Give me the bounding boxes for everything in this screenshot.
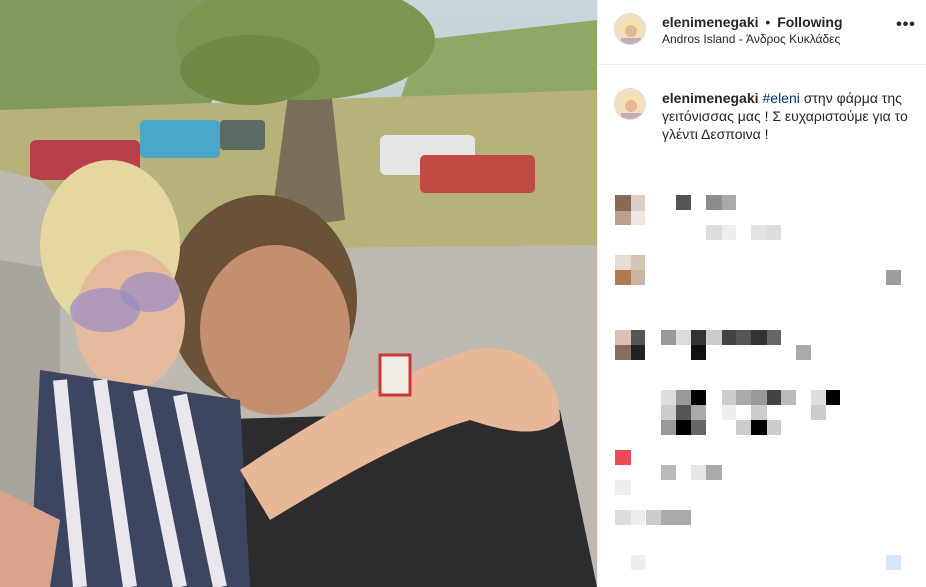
comment-text-redacted — [661, 390, 676, 405]
comment-text-redacted — [767, 420, 781, 435]
comment-text-redacted — [722, 330, 736, 345]
comment-meta-redacted — [751, 225, 767, 240]
caption-text: elenimenegaki #eleni στην φάρμα της γειτό… — [662, 89, 912, 143]
comment-text-redacted — [767, 330, 781, 345]
comment-text-redacted — [826, 390, 840, 405]
caption-avatar[interactable] — [614, 88, 646, 120]
comment-avatar-redacted — [631, 330, 645, 345]
comment-text-redacted — [751, 390, 767, 405]
comment-avatar-redacted — [615, 255, 631, 270]
comment-text-redacted — [661, 510, 691, 525]
separator-dot: • — [765, 14, 771, 30]
comment-text-redacted — [691, 330, 706, 345]
username-link[interactable]: elenimenegaki — [662, 14, 759, 30]
post-sidebar: elenimenegaki • Following Andros Island … — [597, 0, 926, 587]
comment-avatar-redacted — [631, 345, 645, 360]
comment-avatar-redacted — [615, 270, 631, 285]
comment-text-redacted — [631, 510, 645, 525]
comment-text-redacted — [661, 405, 676, 420]
comment-text-redacted — [811, 390, 826, 405]
comment-text-redacted — [676, 405, 691, 420]
comment-text-redacted — [691, 390, 706, 405]
comment-text-redacted — [736, 420, 751, 435]
comment-text-redacted — [615, 510, 631, 525]
location-link[interactable]: Andros Island - Άνδρος Κυκλάδες — [662, 32, 840, 46]
comment-text-redacted — [661, 420, 676, 435]
comment-avatar-redacted — [631, 270, 645, 285]
comment-text-redacted — [691, 465, 706, 480]
comment-text-redacted — [751, 420, 767, 435]
comment-avatar-redacted — [615, 330, 631, 345]
comment-text-redacted — [706, 330, 722, 345]
comment-meta-redacted — [886, 555, 901, 570]
hashtag-link[interactable]: #eleni — [763, 90, 800, 106]
comment-text-redacted — [781, 390, 796, 405]
comment-text-redacted — [706, 195, 722, 210]
comment-text-redacted — [676, 420, 691, 435]
photo-image — [0, 0, 597, 587]
profile-avatar[interactable] — [614, 13, 646, 45]
comment-meta-redacted — [767, 225, 781, 240]
comment-text-redacted — [751, 405, 767, 420]
comment-text-redacted — [691, 405, 706, 420]
comment-avatar-redacted — [631, 195, 645, 211]
following-button[interactable]: Following — [777, 14, 842, 30]
comment-avatar-redacted — [615, 195, 631, 211]
comment-text-redacted — [722, 195, 736, 210]
comment-meta-redacted — [706, 225, 722, 240]
comment-text-redacted — [722, 405, 736, 420]
post-header: elenimenegaki • Following Andros Island … — [598, 0, 926, 65]
comment-avatar-redacted — [631, 255, 645, 270]
comment-text-redacted — [767, 390, 781, 405]
comment-text-redacted — [661, 330, 676, 345]
comment-avatar-redacted — [615, 211, 631, 225]
comment-text-redacted — [661, 465, 676, 480]
post-photo[interactable] — [0, 0, 597, 587]
header-user-line: elenimenegaki • Following — [662, 14, 843, 30]
like-icon-redacted — [886, 270, 901, 285]
comment-text-redacted — [736, 390, 751, 405]
comment-text-redacted — [646, 510, 661, 525]
comment-text-redacted — [736, 330, 751, 345]
comments-list — [598, 180, 926, 587]
comment-text-redacted — [676, 390, 691, 405]
comment-meta-redacted — [722, 225, 736, 240]
comment-text-redacted — [706, 465, 722, 480]
comment-text-redacted — [676, 195, 691, 210]
comment-text-redacted — [722, 390, 736, 405]
comment-text-redacted — [691, 345, 706, 360]
comment-text-redacted — [691, 420, 706, 435]
comment-meta-redacted — [631, 555, 645, 570]
comment-text-redacted — [811, 405, 826, 420]
comment-avatar-redacted — [615, 480, 631, 495]
comment-meta-redacted — [796, 345, 811, 360]
comment-avatar-redacted — [631, 211, 645, 225]
comment-text-redacted — [676, 330, 691, 345]
caption-username-link[interactable]: elenimenegaki — [662, 90, 759, 106]
more-options-icon[interactable]: ••• — [895, 17, 917, 36]
comment-text-redacted — [751, 330, 767, 345]
comment-avatar-redacted — [615, 345, 631, 360]
comment-avatar-redacted — [615, 450, 631, 465]
